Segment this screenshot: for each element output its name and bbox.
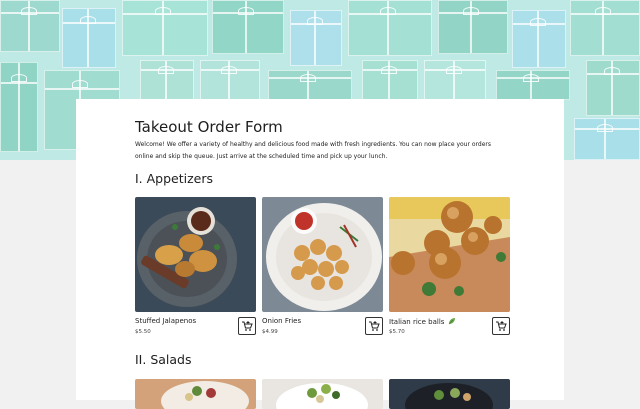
item-name-text: Italian rice balls — [389, 318, 445, 326]
leaf-icon — [448, 318, 455, 325]
gift-box-decoration — [362, 60, 418, 100]
food-photo — [389, 379, 510, 409]
add-to-cart-button[interactable] — [492, 317, 510, 335]
item-price: $5.50 — [135, 329, 151, 335]
add-to-cart-icon — [496, 321, 507, 331]
food-photo — [262, 197, 383, 312]
menu-item: Onion Fries $4.99 — [262, 197, 383, 335]
gift-box-decoration — [290, 10, 342, 66]
gift-box-decoration — [200, 60, 260, 100]
gift-box-decoration — [586, 60, 640, 116]
menu-item — [389, 379, 510, 409]
gift-box-decoration — [212, 0, 284, 54]
food-photo — [389, 197, 510, 312]
section-heading-appetizers: I. Appetizers — [135, 171, 214, 186]
gift-box-decoration — [268, 70, 352, 100]
add-to-cart-icon — [369, 321, 380, 331]
add-to-cart-icon — [242, 321, 253, 331]
food-photo — [135, 379, 256, 409]
gift-box-decoration — [496, 70, 570, 100]
gift-box-decoration — [0, 0, 60, 52]
add-to-cart-button[interactable] — [365, 317, 383, 335]
gift-box-decoration — [348, 0, 432, 56]
menu-item: Stuffed Jalapenos $5.50 — [135, 197, 256, 335]
gift-box-decoration — [122, 0, 208, 56]
item-price: $4.99 — [262, 329, 278, 335]
form-title: Takeout Order Form — [135, 118, 283, 136]
item-price: $5.70 — [389, 329, 405, 335]
gift-box-decoration — [574, 118, 640, 160]
gift-box-decoration — [438, 0, 508, 54]
menu-item — [135, 379, 256, 409]
gift-box-decoration — [570, 0, 640, 56]
item-name: Stuffed Jalapenos — [135, 317, 197, 325]
item-name: Italian rice balls — [389, 317, 456, 326]
order-form-card: Takeout Order Form Welcome! We offer a v… — [76, 99, 564, 409]
gift-box-decoration — [62, 8, 116, 68]
add-to-cart-button[interactable] — [238, 317, 256, 335]
menu-item — [262, 379, 383, 409]
gift-box-decoration — [0, 62, 38, 152]
food-photo — [135, 197, 256, 312]
gift-box-decoration — [424, 60, 486, 100]
gift-box-decoration — [140, 60, 194, 100]
food-photo — [262, 379, 383, 409]
item-name: Onion Fries — [262, 317, 302, 325]
gift-box-decoration — [512, 10, 566, 68]
menu-item: Italian rice balls $5.70 — [389, 197, 510, 335]
form-intro: Welcome! We offer a variety of healthy a… — [135, 141, 491, 160]
section-heading-salads: II. Salads — [135, 352, 192, 367]
